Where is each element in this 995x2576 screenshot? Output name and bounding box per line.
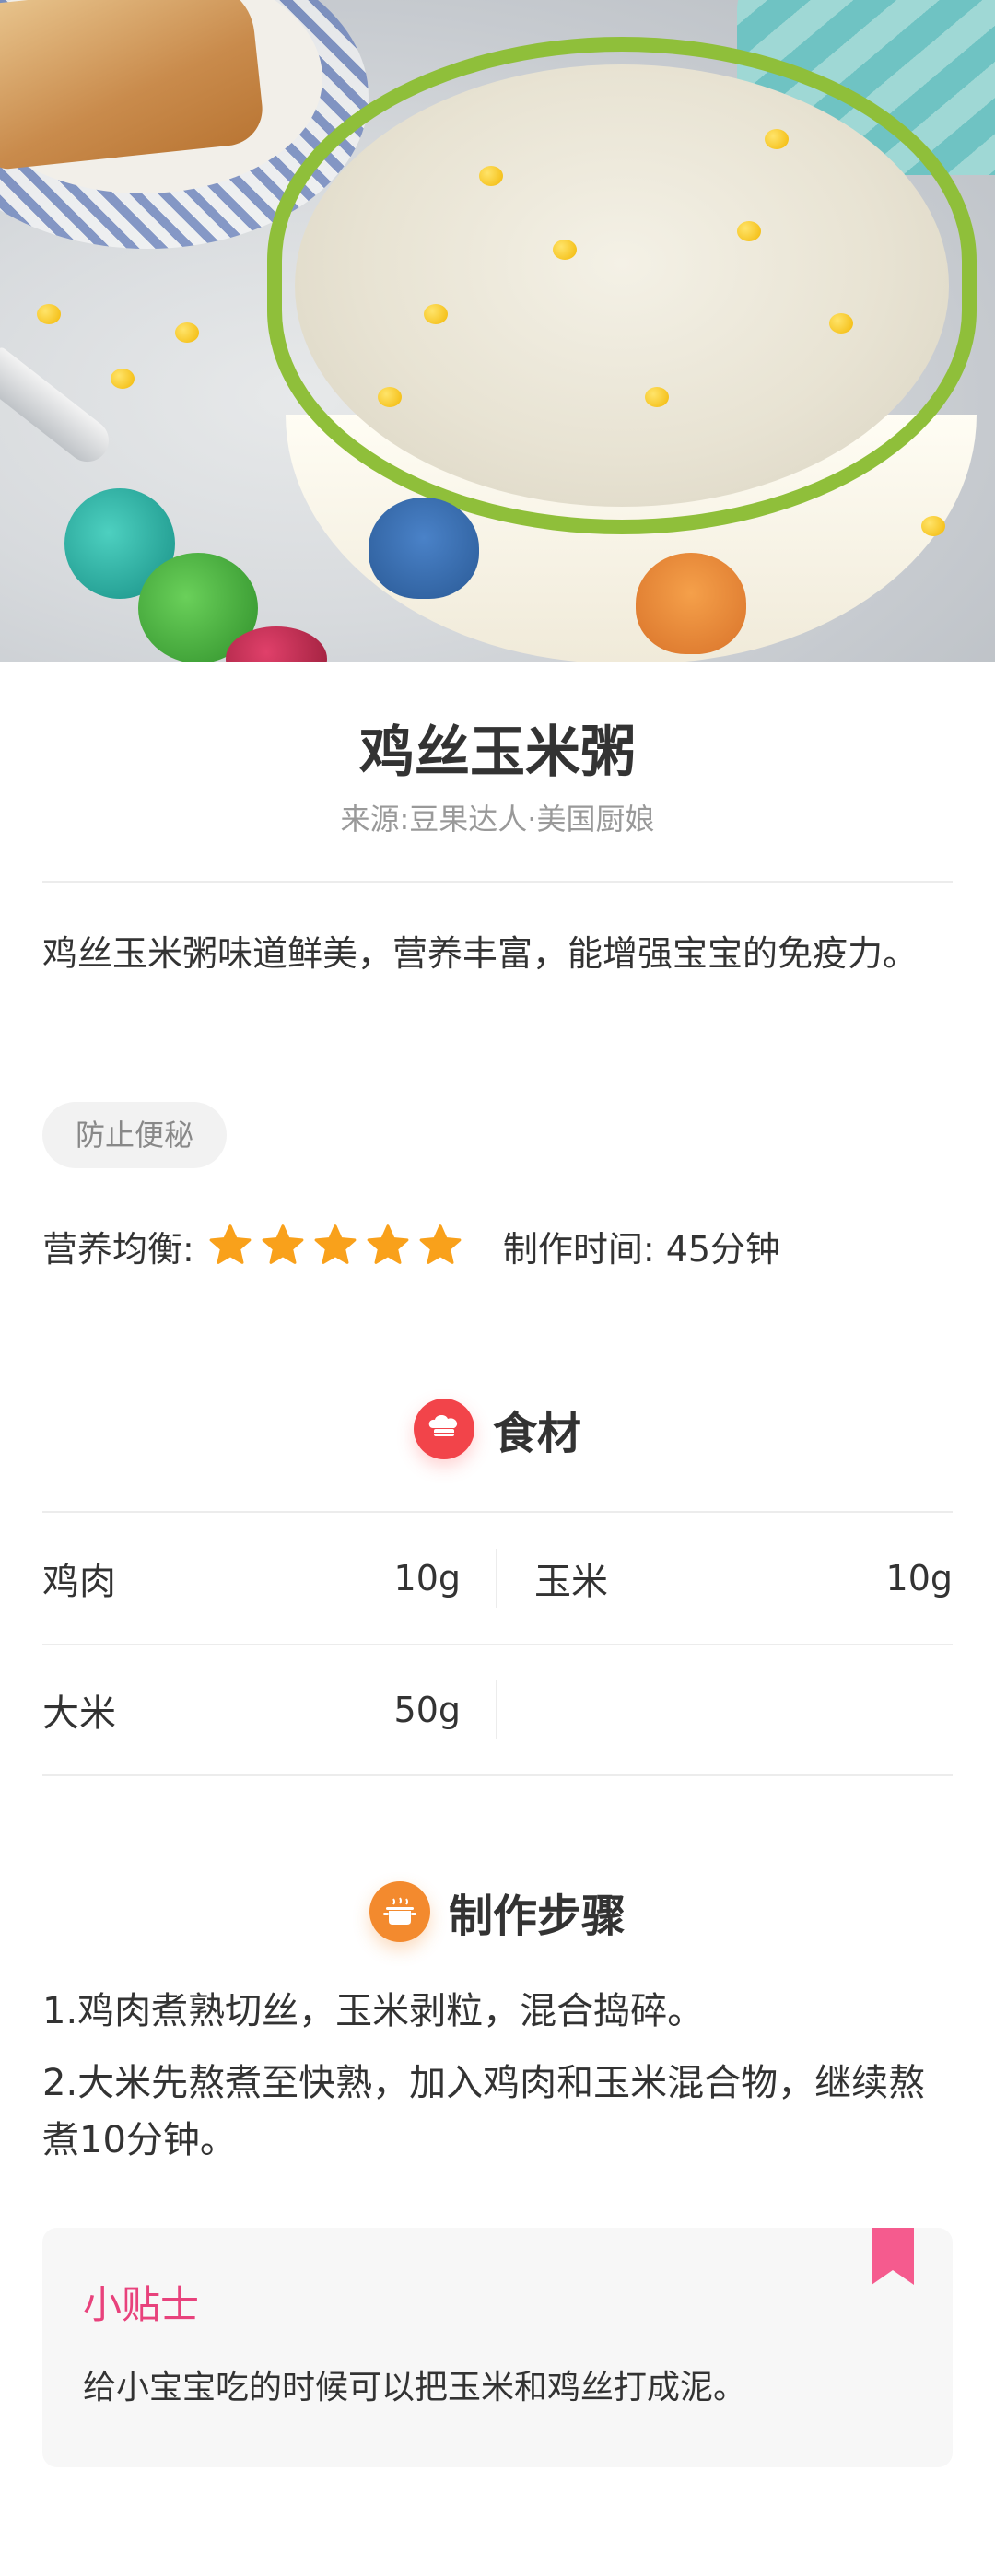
recipe-source[interactable]: 来源:豆果达人·美国厨娘	[0, 796, 995, 838]
corn-kernel	[553, 240, 577, 260]
ingredient-name: 玉米	[534, 1561, 608, 1603]
steps-list: 1.鸡肉煮熟切丝，玉米剥粒，混合捣碎。 2.大米先熬煮至快熟，加入鸡肉和玉米混合…	[42, 1983, 954, 2184]
ingredient-empty-cell	[498, 1644, 953, 1776]
ingredient-item: 大米 50g	[42, 1644, 498, 1776]
recipe-title: 鸡丝玉米粥	[359, 720, 636, 785]
bookmark-icon	[872, 2228, 914, 2285]
porridge	[295, 64, 949, 507]
recipe-hero-image	[0, 0, 995, 662]
star-icon	[367, 1224, 409, 1264]
star-icon	[209, 1224, 252, 1264]
ingredient-item: 鸡肉 10g	[42, 1512, 498, 1645]
cook-time: 制作时间: 45分钟	[502, 1228, 781, 1270]
table-row: 鸡肉 10g 玉米 10g	[42, 1511, 953, 1644]
star-icon	[419, 1224, 462, 1264]
step-item: 2.大米先熬煮至快熟，加入鸡肉和玉米混合物，继续熬煮10分钟。	[42, 2062, 926, 2161]
ingredient-amount: 10g	[885, 1558, 953, 1598]
tip-card: 小贴士 给小宝宝吃的时候可以把玉米和鸡丝打成泥。	[42, 2228, 953, 2467]
corn-kernel	[921, 516, 945, 536]
corn-kernel	[37, 304, 61, 324]
chef-hat-icon	[413, 1399, 474, 1459]
ingredients-header: 食材	[0, 1397, 995, 1461]
tip-title: 小贴士	[83, 2282, 200, 2327]
ingredient-amount: 50g	[393, 1690, 461, 1730]
owl-decoration	[369, 498, 479, 599]
recipe-description: 鸡丝玉米粥味道鲜美，营养丰富，能增强宝宝的免疫力。	[42, 933, 919, 974]
ingredients-table: 鸡肉 10g 玉米 10g 大米 50g	[42, 1511, 953, 1776]
recipe-meta: 营养均衡: 制作时间: 45分钟	[42, 1218, 780, 1273]
ingredient-name: 大米	[42, 1692, 116, 1735]
cooking-pot-icon	[369, 1881, 430, 1942]
corn-kernel	[829, 313, 853, 334]
tip-body: 给小宝宝吃的时候可以把玉米和鸡丝打成泥。	[83, 2369, 747, 2406]
pancake-shape	[0, 0, 266, 171]
ingredient-item: 玉米 10g	[498, 1512, 953, 1645]
corn-kernel	[765, 129, 789, 149]
ingredient-name: 鸡肉	[42, 1561, 116, 1603]
recipe-tag[interactable]: 防止便秘	[42, 1102, 228, 1168]
nutrition-label: 营养均衡:	[42, 1228, 194, 1270]
star-icon	[262, 1224, 304, 1264]
owl-decoration	[636, 553, 746, 654]
ingredient-amount: 10g	[393, 1558, 461, 1598]
corn-kernel	[645, 387, 669, 407]
step-item: 1.鸡肉煮熟切丝，玉米剥粒，混合捣碎。	[42, 1990, 705, 2032]
corn-kernel	[111, 369, 135, 389]
knife-shape	[0, 345, 118, 471]
steps-header: 制作步骤	[0, 1879, 995, 1944]
corn-kernel	[479, 166, 503, 186]
corn-kernel	[424, 304, 448, 324]
divider	[42, 881, 953, 883]
ingredients-heading: 食材	[492, 1408, 581, 1459]
corn-kernel	[378, 387, 402, 407]
table-row: 大米 50g	[42, 1644, 953, 1776]
corn-kernel	[175, 322, 199, 343]
steps-heading: 制作步骤	[448, 1891, 626, 1942]
star-icon	[314, 1224, 357, 1264]
corn-kernel	[737, 221, 761, 241]
nutrition-stars	[207, 1223, 470, 1269]
